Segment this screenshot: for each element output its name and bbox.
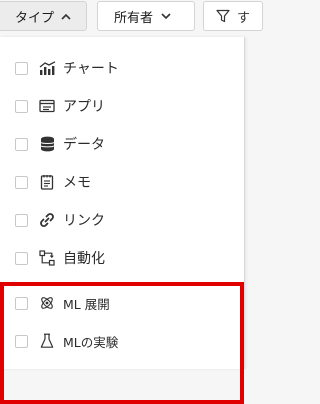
menu-item-data[interactable]: データ [0,125,244,163]
checkbox[interactable] [15,61,28,75]
menu-item-app[interactable]: アプリ [0,87,244,125]
checkbox[interactable] [15,251,28,265]
menu-item-label: アプリ [63,99,105,115]
type-dropdown-menu: チャート アプリ データ メモ リンク 自動化 ML 展開 MLの実験 [0,37,245,404]
menu-item-label: メモ [63,175,91,191]
menu-item-automation[interactable]: 自動化 [0,239,244,277]
checkbox[interactable] [15,213,28,227]
more-filters-button[interactable]: す [203,1,263,31]
menu-item-link[interactable]: リンク [0,201,244,239]
link-icon [38,211,56,229]
more-filters-label: す [237,10,251,26]
chevron-down-icon [161,12,171,20]
highlight-box [0,282,244,404]
chart-icon [38,59,56,77]
filter-icon [216,9,230,23]
database-icon [38,135,56,153]
type-filter-label: タイプ [15,10,55,26]
owner-filter-label: 所有者 [114,10,154,26]
checkbox[interactable] [15,175,28,189]
menu-item-chart[interactable]: チャート [0,49,244,87]
app-icon [38,97,56,115]
chevron-up-icon [61,13,71,20]
menu-item-label: チャート [63,61,119,77]
menu-item-label: データ [63,137,105,153]
checkbox[interactable] [15,137,28,151]
checkbox[interactable] [15,99,28,113]
filter-toolbar: タイプ 所有者 す [0,0,263,36]
type-filter-button[interactable]: タイプ [0,1,87,31]
menu-item-memo[interactable]: メモ [0,163,244,201]
automation-icon [38,249,56,267]
menu-item-label: 自動化 [63,251,105,267]
memo-icon [38,173,56,191]
menu-item-label: リンク [63,213,105,229]
owner-filter-button[interactable]: 所有者 [97,1,195,31]
